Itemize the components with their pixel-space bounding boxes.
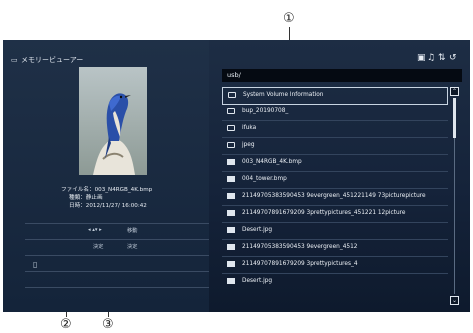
page-title: メモリービューアー	[21, 56, 84, 64]
enter-label: 決定	[93, 244, 104, 250]
list-item[interactable]: 21149707891679209 3prettypictures_4	[222, 257, 448, 274]
list-item-label: 21149707891679209 3prettypictures_451221…	[242, 210, 406, 216]
control-divider	[25, 271, 209, 272]
image-file-icon	[227, 159, 235, 165]
sort-icon[interactable]: ⇅	[438, 54, 446, 63]
control-divider	[25, 255, 209, 256]
list-item-label: ifuka	[242, 125, 257, 131]
scroll-down-button[interactable]: ⌄	[450, 296, 459, 305]
image-file-icon	[227, 244, 235, 250]
memory-viewer-screen: ▭ メモリービューアー ファイル名：003_N4RGB_4K.bmp 種類：静止…	[3, 40, 470, 312]
list-item[interactable]: 004_tower.bmp	[222, 172, 448, 189]
type-line: 種類：静止画	[69, 193, 103, 201]
remote-icon: ▯	[33, 260, 38, 269]
list-item-label: System Volume Information	[243, 92, 324, 98]
memory-card-icon: ▭	[11, 56, 18, 64]
folder-icon	[227, 108, 235, 114]
callout-1: ①	[283, 11, 295, 26]
enter-label: 決定	[127, 244, 138, 250]
image-file-icon	[227, 176, 235, 182]
control-divider	[25, 239, 209, 240]
filename-value: 003_N4RGB_4K.bmp	[94, 187, 153, 193]
scroll-up-button[interactable]: ⌃	[450, 87, 459, 96]
current-path: usb/	[227, 71, 241, 79]
list-item[interactable]: System Volume Information	[222, 87, 448, 105]
bird-photo	[79, 67, 147, 175]
scrollbar-thumb[interactable]	[453, 98, 456, 138]
path-bar	[222, 69, 462, 82]
callout-2: ②	[60, 317, 72, 332]
list-item[interactable]: 003_N4RGB_4K.bmp	[222, 155, 448, 172]
list-item-label: 21149705383590453 9evergreen_4512	[242, 244, 358, 250]
music-icon[interactable]: ♫	[427, 54, 435, 63]
list-item-label: 003_N4RGB_4K.bmp	[242, 159, 302, 165]
list-item[interactable]: 21149707891679209 3prettypictures_451221…	[222, 206, 448, 223]
list-item[interactable]: 21149705383590453 9evergreen_451221149 7…	[222, 189, 448, 206]
folder-icon	[228, 92, 236, 98]
list-item[interactable]: 21149705383590453 9evergreen_4512	[222, 240, 448, 257]
callout-3: ③	[102, 317, 114, 332]
image-file-icon	[227, 261, 235, 267]
list-item-label: jpeg	[242, 142, 255, 148]
list-item[interactable]: ifuka	[222, 121, 448, 138]
list-item[interactable]: bup_20190708_	[222, 104, 448, 121]
date-label: 日時：	[69, 203, 86, 209]
image-file-icon	[227, 210, 235, 216]
image-file-icon	[227, 193, 235, 199]
date-value: 2012/11/27/ 16:00:42	[85, 203, 147, 209]
image-file-icon	[227, 278, 235, 284]
preview-thumbnail	[79, 67, 147, 175]
list-item-label: Desert.jpg	[242, 278, 273, 284]
control-divider	[25, 287, 209, 288]
list-item-label: 21149705383590453 9evergreen_451221149 7…	[242, 193, 426, 199]
image-file-icon	[227, 227, 235, 233]
list-item[interactable]: Desert.jpg	[222, 274, 448, 290]
list-item[interactable]: jpeg	[222, 138, 448, 155]
filename-line: ファイル名：003_N4RGB_4K.bmp	[61, 185, 152, 193]
move-key-icon: ◂ ▴▾ ▸	[88, 227, 102, 233]
control-divider	[25, 223, 209, 224]
return-icon[interactable]: ↺	[449, 54, 457, 63]
move-label: 移動	[127, 228, 138, 234]
photo-icon[interactable]: ▣	[417, 54, 426, 63]
list-item[interactable]: Desert.jpg	[222, 223, 448, 240]
date-line: 日時：2012/11/27/ 16:00:42	[69, 201, 147, 209]
list-item-label: 004_tower.bmp	[242, 176, 287, 182]
list-item-label: bup_20190708_	[242, 108, 289, 114]
list-item-label: 21149707891679209 3prettypictures_4	[242, 261, 358, 267]
list-item-label: Desert.jpg	[242, 227, 273, 233]
folder-icon	[227, 125, 235, 131]
folder-icon	[227, 142, 235, 148]
